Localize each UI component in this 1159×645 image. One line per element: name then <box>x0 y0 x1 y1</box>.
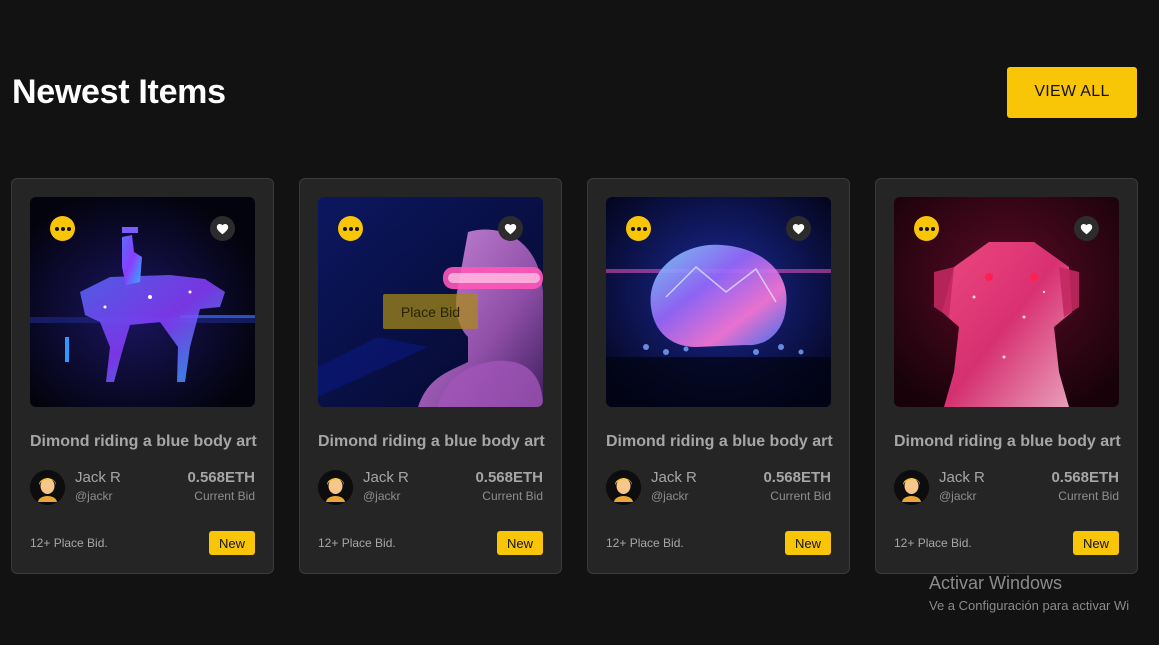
nft-title[interactable]: Dimond riding a blue body art <box>606 433 833 451</box>
current-bid: 0.568ETH Current Bid <box>187 469 255 505</box>
bid-value: 0.568ETH <box>763 469 831 486</box>
watermark-title: Activar Windows <box>929 573 1063 593</box>
new-badge: New <box>1073 531 1119 555</box>
owner-handle: @jackr <box>75 489 113 503</box>
more-options-button[interactable] <box>50 216 75 241</box>
owner-text: Jack R @jackr <box>939 469 985 505</box>
more-options-button[interactable] <box>914 216 939 241</box>
owner-text: Jack R @jackr <box>75 469 121 505</box>
heart-icon <box>504 223 517 234</box>
like-button[interactable] <box>1074 216 1099 241</box>
dot-icon <box>354 226 359 231</box>
owner-name: Jack R <box>939 469 985 486</box>
dot-icon <box>630 226 635 231</box>
avatar <box>894 469 929 505</box>
heart-icon <box>792 223 805 234</box>
card-footer: 12+ Place Bid. New <box>894 531 1119 555</box>
nft-image-vr-woman[interactable]: Place Bid <box>318 197 543 407</box>
new-badge: New <box>497 531 543 555</box>
card-footer: 12+ Place Bid. New <box>30 531 255 555</box>
nft-image-crystal-brain[interactable] <box>606 197 831 407</box>
like-button[interactable] <box>210 216 235 241</box>
owner[interactable]: Jack R @jackr <box>30 469 121 505</box>
dot-icon <box>636 226 641 231</box>
watermark-subtitle: Ve a Configuración para activar Wi <box>929 598 1130 613</box>
bids-count: 12+ Place Bid. <box>606 536 684 550</box>
view-all-button[interactable]: VIEW ALL <box>1007 66 1137 118</box>
owner-row: Jack R @jackr 0.568ETH Current Bid <box>318 469 543 505</box>
owner[interactable]: Jack R @jackr <box>894 469 985 505</box>
more-options-button[interactable] <box>626 216 651 241</box>
owner-row: Jack R @jackr 0.568ETH Current Bid <box>606 469 831 505</box>
owner-handle: @jackr <box>363 489 401 503</box>
heart-icon <box>1080 223 1093 234</box>
owner[interactable]: Jack R @jackr <box>318 469 409 505</box>
nft-card[interactable]: Dimond riding a blue body art Jack R @ja… <box>875 178 1138 574</box>
bid-value: 0.568ETH <box>1051 469 1119 486</box>
dot-icon <box>60 226 65 231</box>
avatar <box>30 469 65 505</box>
owner-handle: @jackr <box>939 489 977 503</box>
dot-icon <box>930 226 935 231</box>
new-badge: New <box>785 531 831 555</box>
card-footer: 12+ Place Bid. New <box>606 531 831 555</box>
card-footer: 12+ Place Bid. New <box>318 531 543 555</box>
nft-card[interactable]: Place Bid Dimond riding a blue body art … <box>299 178 562 574</box>
nft-title[interactable]: Dimond riding a blue body art <box>318 433 545 451</box>
dot-icon <box>54 226 59 231</box>
current-bid: 0.568ETH Current Bid <box>763 469 831 505</box>
bids-count: 12+ Place Bid. <box>30 536 108 550</box>
avatar <box>318 469 353 505</box>
like-button[interactable] <box>498 216 523 241</box>
bid-label: Current Bid <box>482 489 543 503</box>
items-grid: Dimond riding a blue body art Jack R @ja… <box>11 178 1138 574</box>
owner-text: Jack R @jackr <box>651 469 697 505</box>
bid-label: Current Bid <box>1058 489 1119 503</box>
new-badge: New <box>209 531 255 555</box>
nft-title[interactable]: Dimond riding a blue body art <box>30 433 257 451</box>
avatar <box>606 469 641 505</box>
current-bid: 0.568ETH Current Bid <box>475 469 543 505</box>
dot-icon <box>918 226 923 231</box>
section-title: Newest Items <box>12 72 226 111</box>
bids-count: 12+ Place Bid. <box>318 536 396 550</box>
owner-name: Jack R <box>75 469 121 486</box>
dot-icon <box>924 226 929 231</box>
dot-icon <box>66 226 71 231</box>
bid-label: Current Bid <box>770 489 831 503</box>
section-header: Newest Items VIEW ALL <box>12 66 1137 118</box>
owner-name: Jack R <box>363 469 409 486</box>
nft-image-crystal-dog[interactable] <box>894 197 1119 407</box>
bid-value: 0.568ETH <box>187 469 255 486</box>
nft-card[interactable]: Dimond riding a blue body art Jack R @ja… <box>11 178 274 574</box>
newest-items-page: Newest Items VIEW ALL Dimond riding a bl… <box>0 0 1159 645</box>
bid-label: Current Bid <box>194 489 255 503</box>
owner-name: Jack R <box>651 469 697 486</box>
owner-row: Jack R @jackr 0.568ETH Current Bid <box>30 469 255 505</box>
owner[interactable]: Jack R @jackr <box>606 469 697 505</box>
owner-row: Jack R @jackr 0.568ETH Current Bid <box>894 469 1119 505</box>
owner-handle: @jackr <box>651 489 689 503</box>
nft-title[interactable]: Dimond riding a blue body art <box>894 433 1121 451</box>
nft-card[interactable]: Dimond riding a blue body art Jack R @ja… <box>587 178 850 574</box>
nft-image-crystal-rider[interactable] <box>30 197 255 407</box>
bid-value: 0.568ETH <box>475 469 543 486</box>
owner-text: Jack R @jackr <box>363 469 409 505</box>
dot-icon <box>342 226 347 231</box>
dot-icon <box>348 226 353 231</box>
dot-icon <box>642 226 647 231</box>
more-options-button[interactable] <box>338 216 363 241</box>
current-bid: 0.568ETH Current Bid <box>1051 469 1119 505</box>
bids-count: 12+ Place Bid. <box>894 536 972 550</box>
place-bid-button[interactable]: Place Bid <box>383 294 478 329</box>
like-button[interactable] <box>786 216 811 241</box>
heart-icon <box>216 223 229 234</box>
windows-activation-watermark: Activar Windows Ve a Configuración para … <box>929 572 1129 616</box>
